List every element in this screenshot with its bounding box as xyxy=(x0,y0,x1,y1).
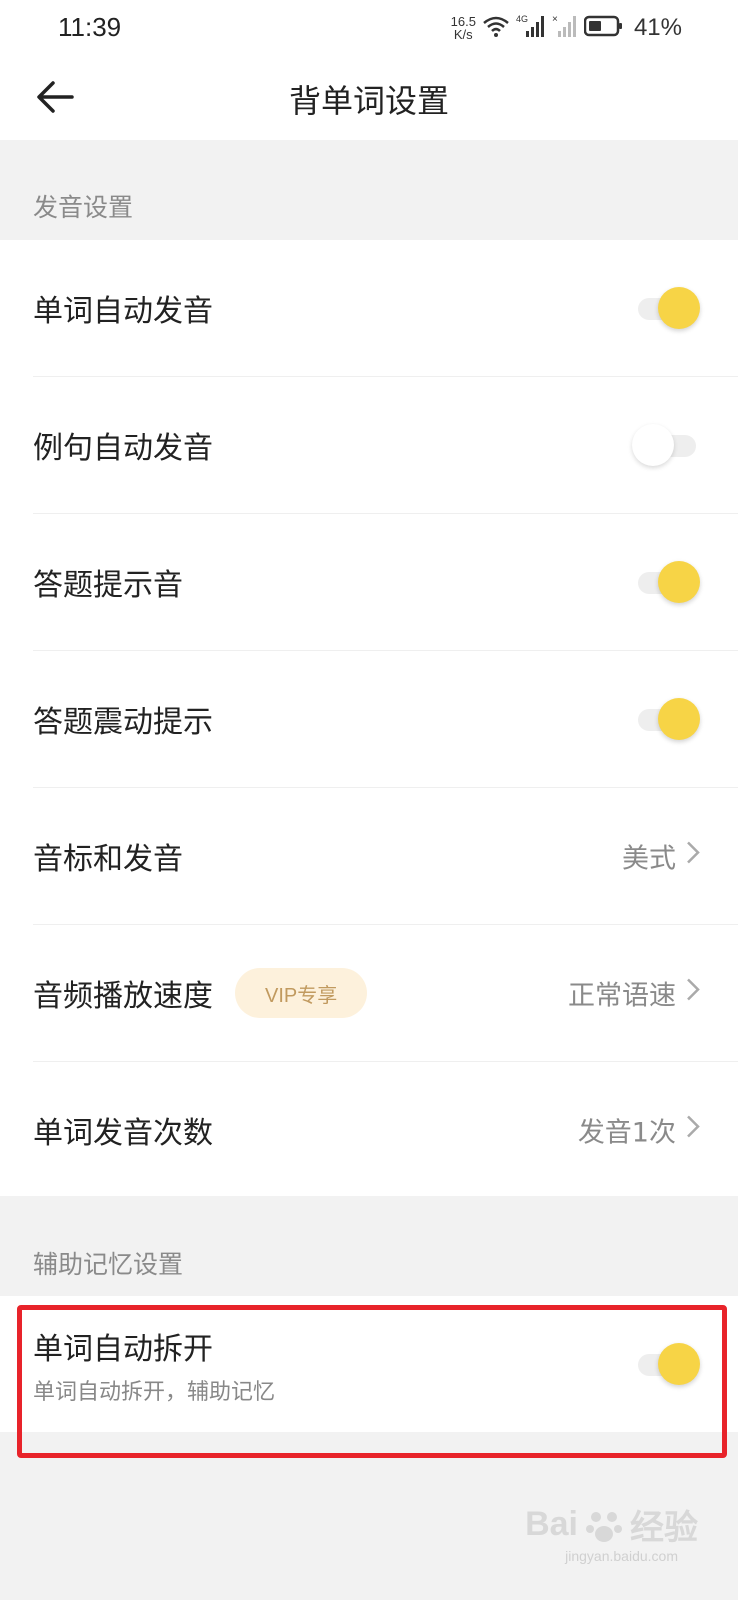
chevron-right-icon xyxy=(686,978,700,1009)
toggle-switch-answer-sound[interactable] xyxy=(634,560,700,604)
setting-value-text: 正常语速 xyxy=(568,980,676,1012)
toggle-switch-sentence-auto-pronounce[interactable] xyxy=(632,423,700,467)
setting-row-word-auto-pronounce[interactable]: 单词自动发音 xyxy=(33,240,738,377)
setting-row-sentence-auto-pronounce[interactable]: 例句自动发音 xyxy=(33,377,738,514)
signal-no-service-icon: × xyxy=(552,13,578,43)
setting-label: 单词自动发音 xyxy=(33,294,213,329)
toggle-knob xyxy=(658,287,700,329)
status-bar: 11:39 16.5 K/s 4G × 41% xyxy=(0,0,738,56)
setting-row-answer-vibration[interactable]: 答题震动提示 xyxy=(33,651,738,788)
setting-value: 发音1次 xyxy=(578,1111,700,1150)
section-label-memory: 辅助记忆设置 xyxy=(33,1250,184,1279)
baidu-watermark: Bai 经验 xyxy=(525,1500,698,1549)
status-icons: 16.5 K/s 4G × 41% xyxy=(451,12,682,44)
setting-row-answer-sound[interactable]: 答题提示音 xyxy=(33,514,738,651)
chevron-right-icon xyxy=(686,1115,700,1146)
toggle-knob xyxy=(658,561,700,603)
toggle-knob xyxy=(632,424,674,466)
setting-label: 例句自动发音 xyxy=(33,431,213,466)
toggle-switch-word-auto-pronounce[interactable] xyxy=(634,286,700,330)
watermark-brand-suffix: 经验 xyxy=(630,1509,698,1547)
signal-4g-icon: 4G xyxy=(516,13,546,43)
highlight-annotation-box xyxy=(17,1305,727,1458)
watermark-url: jingyan.baidu.com xyxy=(565,1548,678,1564)
wifi-icon xyxy=(482,14,510,42)
setting-label: 答题震动提示 xyxy=(33,705,213,740)
net-speed: 16.5 K/s xyxy=(451,15,476,41)
toggle-switch-answer-vibration[interactable] xyxy=(634,697,700,741)
setting-value: 正常语速 xyxy=(568,974,700,1013)
app-header: 背单词设置 xyxy=(0,56,738,140)
setting-value-text: 发音1次 xyxy=(577,1117,676,1149)
svg-text:×: × xyxy=(552,14,558,25)
setting-value-text: 美式 xyxy=(622,843,676,875)
pronunciation-settings-card: 单词自动发音 例句自动发音 答题提示音 答题震动提示 音标和发音 美式 音频播放… xyxy=(0,240,738,1196)
setting-row-playback-speed[interactable]: 音频播放速度 VIP专享 正常语速 xyxy=(33,925,738,1062)
paw-logo-icon xyxy=(584,1505,624,1545)
svg-text:4G: 4G xyxy=(516,14,528,24)
setting-label: 单词发音次数 xyxy=(33,1116,213,1151)
watermark-brand: Bai xyxy=(525,1505,578,1543)
setting-label: 音频播放速度 xyxy=(33,979,213,1014)
setting-label: 答题提示音 xyxy=(33,568,183,603)
battery-percent: 41% xyxy=(633,14,682,41)
setting-label: 音标和发音 xyxy=(33,842,183,877)
section-label-pronunciation: 发音设置 xyxy=(33,193,134,222)
chevron-right-icon xyxy=(686,841,700,872)
vip-badge: VIP专享 xyxy=(235,968,368,1018)
setting-row-pronounce-count[interactable]: 单词发音次数 发音1次 xyxy=(33,1062,738,1198)
net-speed-unit: K/s xyxy=(453,27,473,42)
toggle-knob xyxy=(658,698,700,740)
battery-icon xyxy=(583,15,624,41)
setting-row-phonetic-accent[interactable]: 音标和发音 美式 xyxy=(33,788,738,925)
page-title: 背单词设置 xyxy=(288,82,449,120)
setting-value: 美式 xyxy=(622,837,700,876)
status-time: 11:39 xyxy=(58,12,122,42)
